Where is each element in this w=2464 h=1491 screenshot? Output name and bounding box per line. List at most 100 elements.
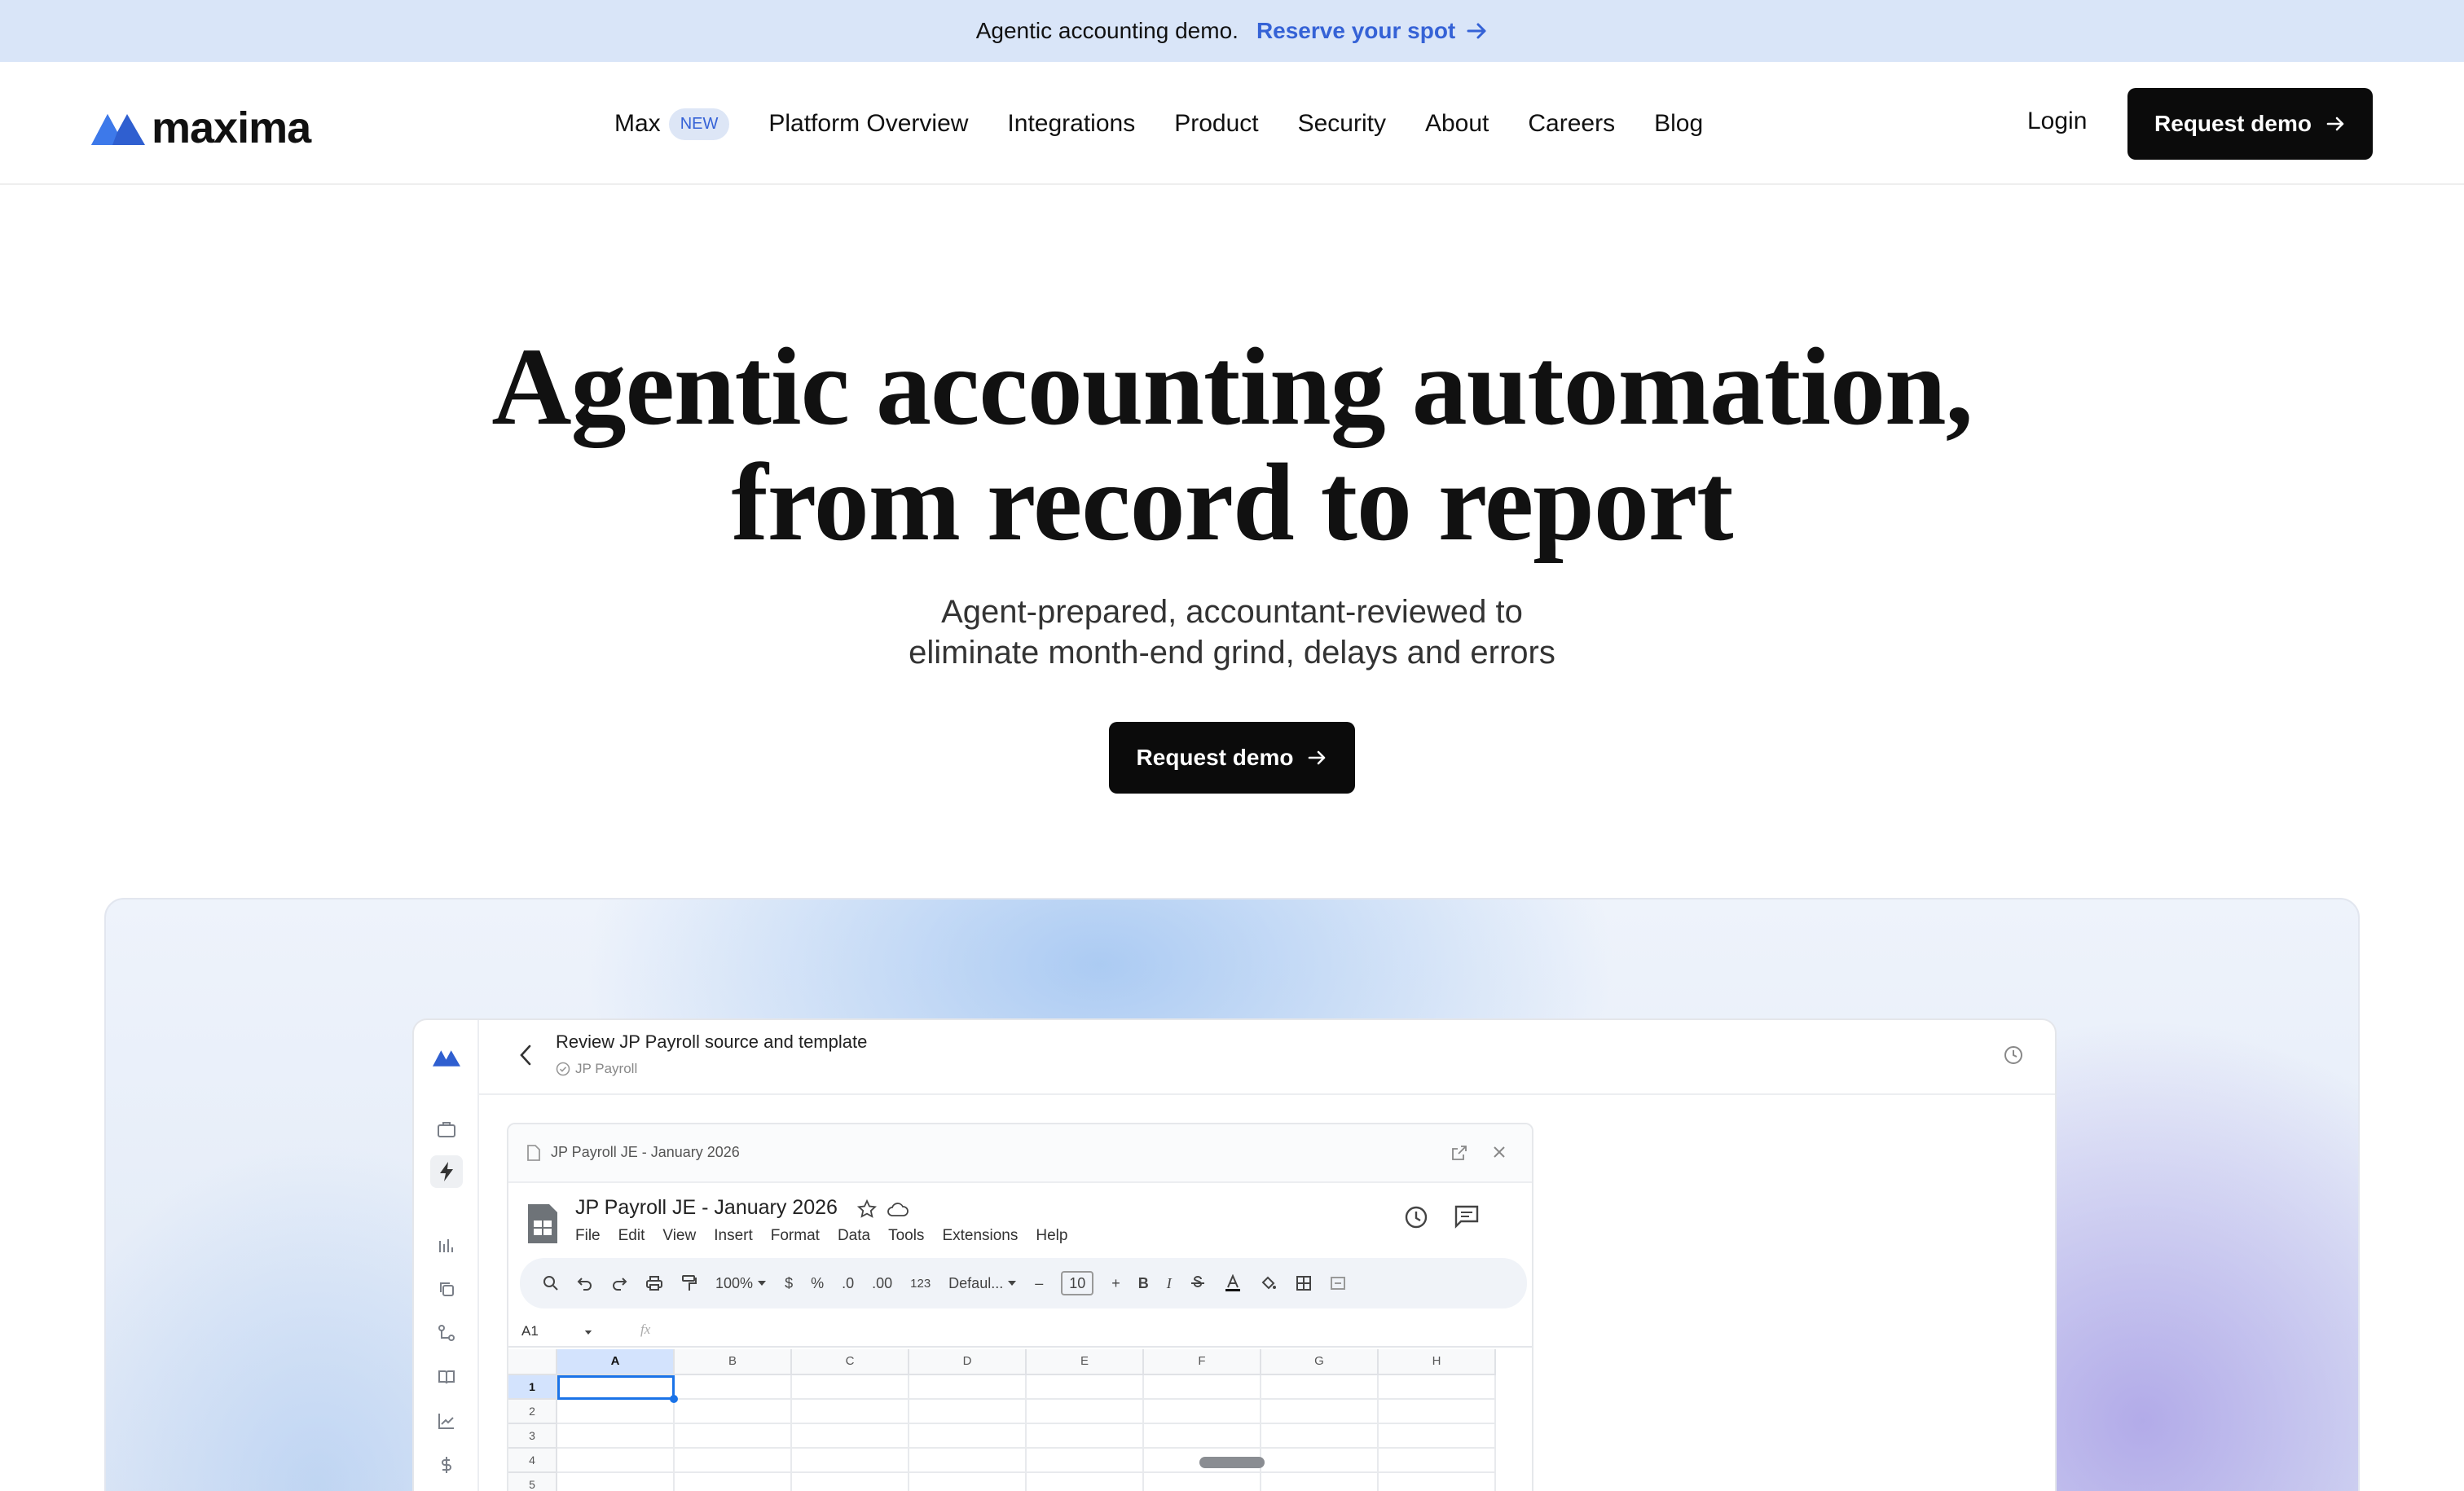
grid-cell[interactable] xyxy=(792,1375,909,1400)
grid-cell[interactable] xyxy=(909,1473,1027,1491)
row-header-4[interactable]: 4 xyxy=(508,1449,557,1473)
menu-edit[interactable]: Edit xyxy=(618,1227,645,1245)
grid-cell[interactable] xyxy=(1379,1473,1496,1491)
menu-tools[interactable]: Tools xyxy=(888,1227,924,1245)
grid-cell[interactable] xyxy=(1261,1400,1379,1424)
currency-format-button[interactable]: $ xyxy=(785,1275,793,1292)
nav-item-careers[interactable]: Careers xyxy=(1528,110,1615,138)
grid-cell[interactable] xyxy=(1261,1473,1379,1491)
number-format-button[interactable]: 123 xyxy=(910,1277,931,1291)
bold-button[interactable]: B xyxy=(1138,1275,1149,1292)
row-header-2[interactable]: 2 xyxy=(508,1400,557,1424)
fill-color-icon[interactable] xyxy=(1260,1274,1278,1292)
scroll-handle[interactable] xyxy=(1199,1457,1265,1468)
nav-item-platform-overview[interactable]: Platform Overview xyxy=(768,110,968,138)
font-select[interactable]: Defaul... xyxy=(948,1275,1017,1292)
grid-cell[interactable] xyxy=(557,1400,675,1424)
grid-cell[interactable] xyxy=(557,1449,675,1473)
column-header-a[interactable]: A xyxy=(557,1349,675,1375)
copy-icon[interactable] xyxy=(430,1273,463,1305)
paint-format-icon[interactable] xyxy=(681,1274,697,1292)
font-size-increase-icon[interactable]: + xyxy=(1111,1275,1120,1292)
grid-cell[interactable] xyxy=(1027,1473,1144,1491)
increase-decimal-button[interactable]: .00 xyxy=(872,1275,892,1292)
cell-reference[interactable]: A1 xyxy=(521,1323,592,1339)
version-history-icon[interactable] xyxy=(1403,1204,1429,1230)
login-link[interactable]: Login xyxy=(2027,108,2087,135)
grid-cell[interactable] xyxy=(557,1424,675,1449)
font-size-input[interactable]: 10 xyxy=(1061,1271,1094,1295)
grid-corner[interactable] xyxy=(508,1349,557,1375)
decrease-decimal-button[interactable]: .0 xyxy=(842,1275,854,1292)
grid-cell[interactable] xyxy=(909,1400,1027,1424)
strikethrough-icon[interactable] xyxy=(1190,1275,1206,1291)
nav-item-security[interactable]: Security xyxy=(1298,110,1386,138)
star-icon[interactable] xyxy=(857,1199,877,1219)
column-header-c[interactable]: C xyxy=(792,1349,909,1375)
history-icon[interactable] xyxy=(2003,1045,2024,1066)
column-header-g[interactable]: G xyxy=(1261,1349,1379,1375)
line-chart-icon[interactable] xyxy=(430,1405,463,1437)
print-icon[interactable] xyxy=(645,1275,663,1291)
grid-cell[interactable] xyxy=(792,1400,909,1424)
comment-icon[interactable] xyxy=(1454,1204,1480,1229)
grid-cell[interactable] xyxy=(1379,1424,1496,1449)
merge-cells-icon[interactable] xyxy=(1330,1275,1346,1291)
column-header-h[interactable]: H xyxy=(1379,1349,1496,1375)
grid-cell[interactable] xyxy=(1144,1375,1261,1400)
grid-cell[interactable] xyxy=(675,1400,792,1424)
grid-cell[interactable] xyxy=(1027,1449,1144,1473)
grid-cell[interactable] xyxy=(1144,1424,1261,1449)
row-header-1[interactable]: 1 xyxy=(508,1375,557,1400)
grid-cell[interactable] xyxy=(1261,1424,1379,1449)
maxima-mark-icon[interactable] xyxy=(430,1041,463,1074)
grid-cell[interactable] xyxy=(1027,1400,1144,1424)
maxima-logo[interactable]: maxima xyxy=(90,103,311,153)
row-header-5[interactable]: 5 xyxy=(508,1473,557,1491)
grid-cell[interactable] xyxy=(792,1424,909,1449)
menu-insert[interactable]: Insert xyxy=(714,1227,753,1245)
column-header-d[interactable]: D xyxy=(909,1349,1027,1375)
borders-icon[interactable] xyxy=(1296,1275,1312,1291)
grid-cell[interactable] xyxy=(1379,1375,1496,1400)
close-icon[interactable] xyxy=(1491,1144,1507,1160)
sheet-title[interactable]: JP Payroll JE - January 2026 xyxy=(575,1196,838,1220)
grid-cell[interactable] xyxy=(1027,1375,1144,1400)
column-header-e[interactable]: E xyxy=(1027,1349,1144,1375)
column-header-f[interactable]: F xyxy=(1144,1349,1261,1375)
briefcase-icon[interactable] xyxy=(430,1113,463,1146)
grid-cell[interactable] xyxy=(1144,1400,1261,1424)
redo-icon[interactable] xyxy=(611,1276,627,1291)
lightning-icon[interactable] xyxy=(430,1155,463,1188)
grid-cell[interactable] xyxy=(1379,1400,1496,1424)
dollar-icon[interactable] xyxy=(430,1449,463,1481)
grid-cell[interactable] xyxy=(557,1473,675,1491)
menu-file[interactable]: File xyxy=(575,1227,601,1245)
reserve-spot-link[interactable]: Reserve your spot xyxy=(1256,18,1488,44)
column-header-b[interactable]: B xyxy=(675,1349,792,1375)
font-size-decrease-icon[interactable]: – xyxy=(1035,1275,1043,1292)
request-demo-button-hero[interactable]: Request demo xyxy=(1109,722,1355,794)
grid-cell[interactable] xyxy=(675,1375,792,1400)
grid-cell[interactable] xyxy=(792,1473,909,1491)
grid-cell[interactable] xyxy=(909,1424,1027,1449)
nav-item-about[interactable]: About xyxy=(1425,110,1489,138)
nav-item-blog[interactable]: Blog xyxy=(1654,110,1703,138)
undo-icon[interactable] xyxy=(577,1276,593,1291)
workflow-icon[interactable] xyxy=(430,1317,463,1349)
percent-format-button[interactable]: % xyxy=(811,1275,824,1292)
menu-extensions[interactable]: Extensions xyxy=(942,1227,1018,1245)
grid-cell[interactable] xyxy=(1027,1424,1144,1449)
zoom-select[interactable]: 100% xyxy=(715,1275,767,1292)
nav-item-max[interactable]: Max NEW xyxy=(614,108,730,140)
chevron-left-icon[interactable] xyxy=(517,1043,536,1067)
grid-cell[interactable] xyxy=(909,1375,1027,1400)
grid-cell[interactable] xyxy=(675,1473,792,1491)
bar-chart-icon[interactable] xyxy=(430,1229,463,1261)
italic-button[interactable]: I xyxy=(1167,1275,1172,1292)
menu-data[interactable]: Data xyxy=(838,1227,870,1245)
grid-cell[interactable] xyxy=(675,1449,792,1473)
search-icon[interactable] xyxy=(543,1275,559,1291)
nav-item-integrations[interactable]: Integrations xyxy=(1007,110,1135,138)
external-link-icon[interactable] xyxy=(1450,1144,1468,1162)
